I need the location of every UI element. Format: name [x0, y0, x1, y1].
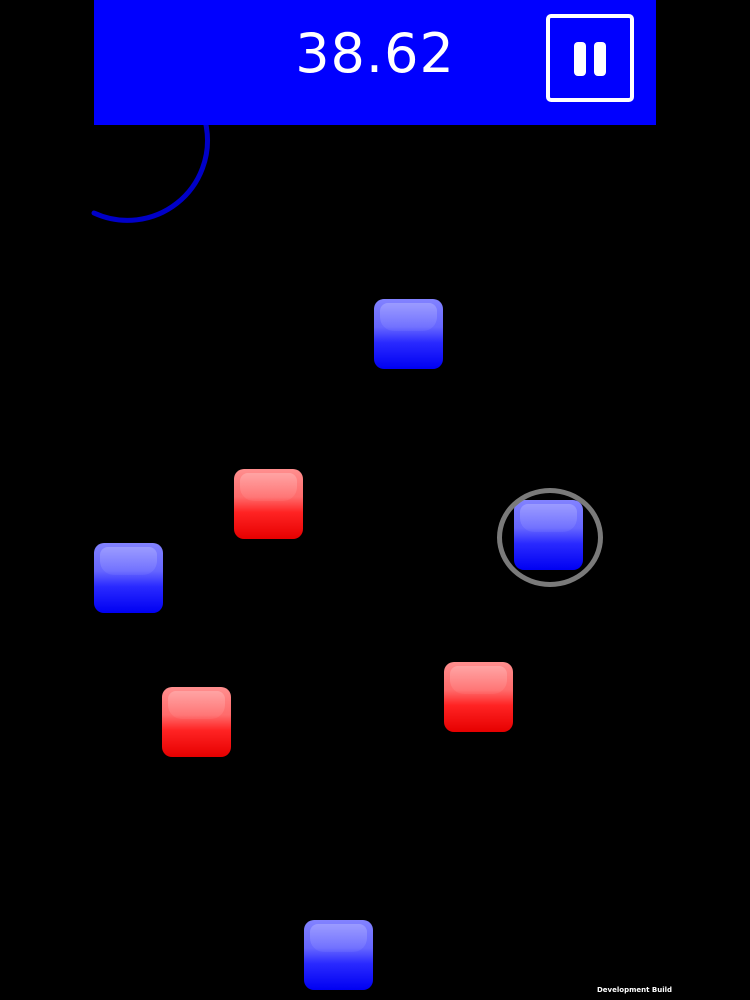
game-board: 38.62 Development Build [0, 0, 750, 1000]
blue-tile[interactable] [94, 543, 163, 613]
hud-bar: 38.62 [94, 0, 656, 125]
red-tile[interactable] [162, 687, 231, 757]
red-tile[interactable] [234, 469, 303, 539]
ring-arc [91, 122, 210, 223]
red-tile[interactable] [444, 662, 513, 732]
development-build-label: Development Build [597, 986, 673, 994]
blue-tile-selected[interactable] [514, 500, 583, 570]
blue-tile[interactable] [304, 920, 373, 990]
pause-button[interactable] [546, 14, 634, 102]
blue-tile[interactable] [374, 299, 443, 369]
